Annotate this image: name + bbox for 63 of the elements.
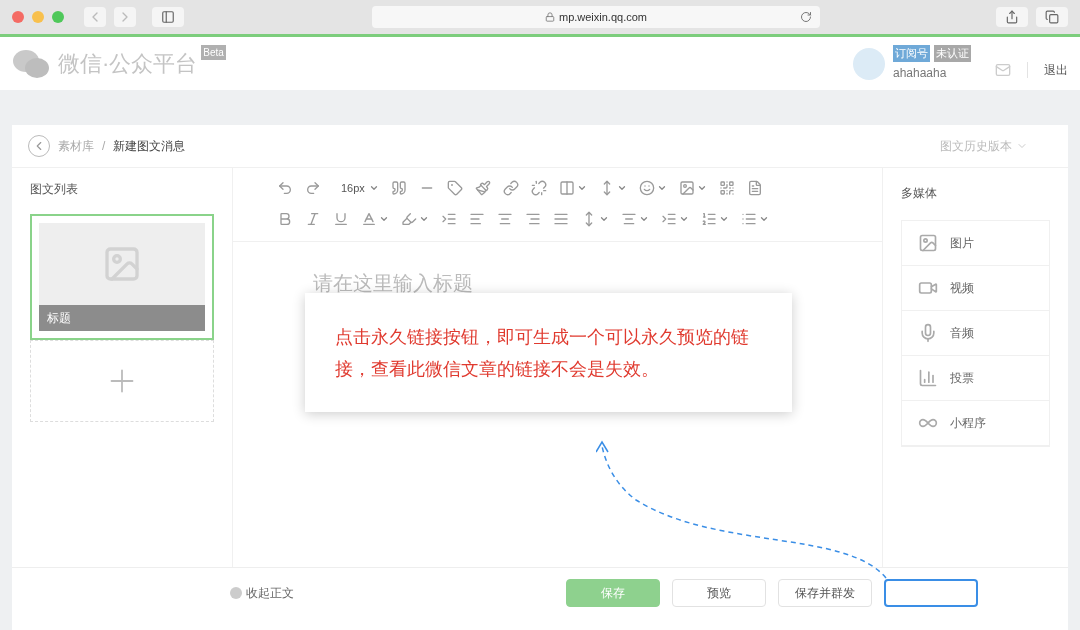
media-label: 小程序 bbox=[950, 415, 986, 432]
account-badge: 订阅号 bbox=[893, 45, 930, 62]
redo-icon[interactable] bbox=[305, 180, 321, 197]
media-label: 视频 bbox=[950, 280, 974, 297]
bold-icon[interactable] bbox=[277, 210, 293, 227]
mail-icon[interactable] bbox=[995, 61, 1011, 78]
font-color-icon[interactable] bbox=[361, 210, 377, 227]
media-item[interactable]: 视频 bbox=[902, 266, 1049, 311]
grid-icon[interactable] bbox=[718, 180, 735, 197]
quote-icon[interactable] bbox=[390, 180, 407, 197]
brush-icon[interactable] bbox=[474, 180, 491, 197]
unlink-icon[interactable] bbox=[530, 180, 547, 197]
sidebar-toggle-button[interactable] bbox=[152, 7, 184, 27]
underline-icon[interactable] bbox=[333, 210, 349, 227]
tabs-button[interactable] bbox=[1036, 7, 1068, 27]
image-icon bbox=[102, 244, 142, 284]
callout-text: 点击永久链接按钮，即可生成一个可以永久预览的链接，查看此微信文章的链接不会是失效。 bbox=[335, 325, 750, 381]
tag-icon[interactable] bbox=[446, 180, 463, 197]
collapse-link[interactable]: 收起正文 bbox=[246, 583, 294, 602]
logout-link[interactable]: 退出 bbox=[1044, 60, 1068, 79]
document-icon[interactable] bbox=[746, 180, 763, 197]
undo-icon[interactable] bbox=[277, 180, 293, 197]
emoji-icon[interactable] bbox=[638, 180, 655, 197]
panel-title: 多媒体 bbox=[901, 186, 937, 200]
title-field[interactable]: 请在这里输入标题 bbox=[313, 268, 802, 298]
share-button[interactable] bbox=[996, 7, 1028, 27]
media-item[interactable]: 投票 bbox=[902, 356, 1049, 401]
media-item[interactable]: 图片 bbox=[902, 221, 1049, 266]
breadcrumb-current: 新建图文消息 bbox=[113, 138, 186, 155]
account-name: ahahaaha bbox=[893, 64, 948, 82]
font-size-dropdown[interactable]: 16px bbox=[341, 180, 365, 197]
tabs-icon bbox=[1045, 10, 1059, 24]
chat-logo-icon bbox=[12, 48, 50, 79]
address-bar[interactable]: mp.weixin.qq.com bbox=[372, 6, 820, 28]
footer-button[interactable]: 预览 bbox=[672, 578, 766, 607]
collapse-icon[interactable] bbox=[230, 586, 242, 599]
reload-icon[interactable] bbox=[800, 11, 812, 23]
article-caption: 标题 bbox=[39, 305, 205, 331]
beta-badge: Beta bbox=[201, 45, 226, 60]
panel-title: 图文列表 bbox=[30, 181, 79, 198]
share-icon bbox=[1005, 10, 1019, 24]
breadcrumb-separator: / bbox=[102, 138, 106, 155]
media-item[interactable]: 音频 bbox=[902, 311, 1049, 356]
link-icon[interactable] bbox=[502, 180, 519, 197]
highlighted-button[interactable] bbox=[884, 578, 978, 607]
media-item[interactable]: 小程序 bbox=[902, 401, 1049, 446]
logo-text: 微信·公众平台 bbox=[58, 50, 198, 78]
media-label: 音频 bbox=[950, 325, 974, 342]
image-icon[interactable] bbox=[678, 180, 695, 197]
ordered-list-icon[interactable] bbox=[701, 210, 717, 227]
highlight-icon[interactable] bbox=[401, 210, 417, 227]
microphone-icon bbox=[918, 323, 938, 343]
lock-icon bbox=[544, 12, 555, 22]
bar-chart-icon bbox=[918, 368, 938, 388]
article-card[interactable]: 标题 bbox=[30, 214, 214, 340]
media-label: 投票 bbox=[950, 370, 974, 387]
sidebar-icon bbox=[161, 10, 175, 24]
footer-button[interactable]: 保存并群发 bbox=[778, 578, 872, 607]
url-text: mp.weixin.qq.com bbox=[558, 9, 647, 25]
italic-icon[interactable] bbox=[305, 210, 321, 227]
media-label: 图片 bbox=[950, 235, 974, 252]
image-icon bbox=[918, 233, 938, 253]
account-badge: 未认证 bbox=[934, 45, 971, 62]
